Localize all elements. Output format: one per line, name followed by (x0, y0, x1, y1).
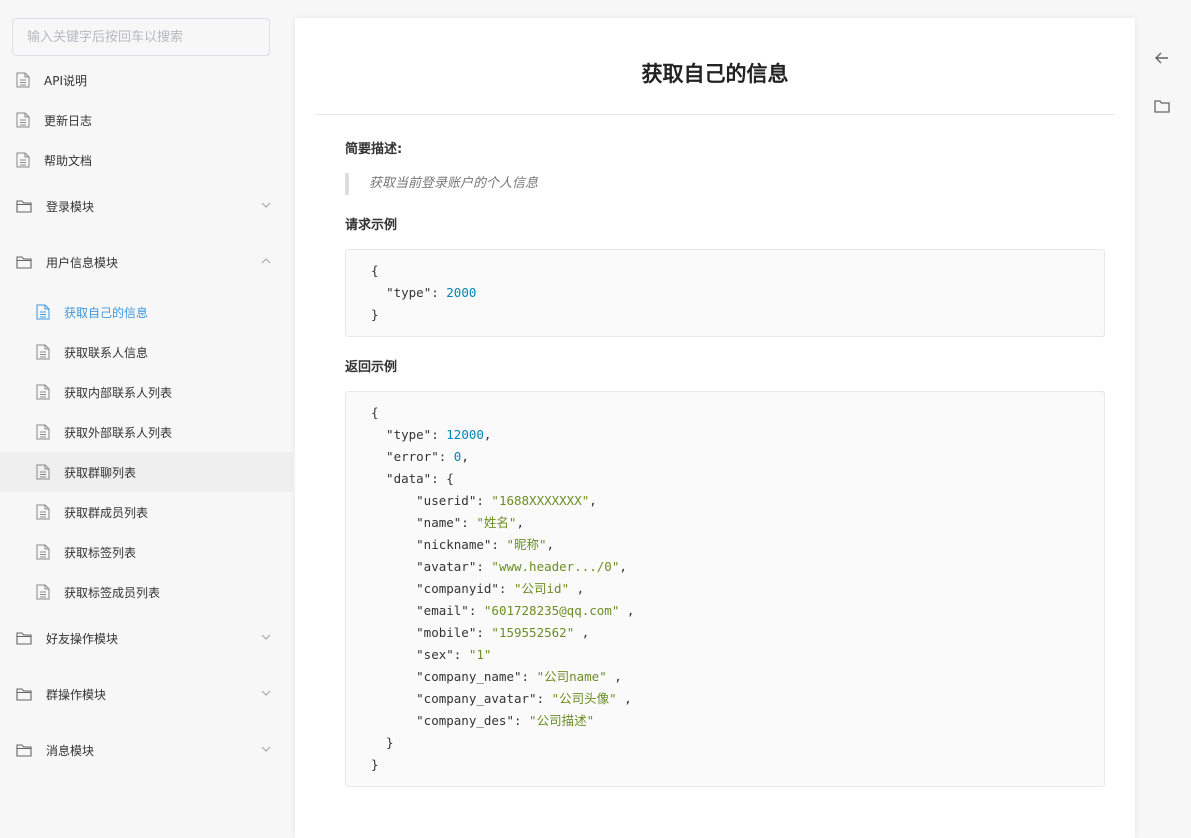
page-title: 获取自己的信息 (641, 62, 789, 86)
sex-value: 1 (476, 647, 484, 662)
document-icon (36, 424, 50, 440)
document-icon (16, 112, 30, 128)
document-icon (36, 384, 50, 400)
sidebar-item-label: 获取群成员列表 (64, 505, 149, 520)
sidebar-item-get-tag-members[interactable]: 获取标签成员列表 (0, 572, 293, 612)
userid-value: 1688XXXXXXX (498, 493, 582, 508)
folder-icon (16, 744, 32, 757)
sidebar-item-get-self-info[interactable]: 获取自己的信息 (0, 292, 293, 332)
sidebar-item-get-contact-info[interactable]: 获取联系人信息 (0, 332, 293, 372)
chevron-up-icon (261, 258, 271, 264)
sidebar-item-label: API说明 (44, 73, 87, 88)
sidebar-folder-label: 好友操作模块 (46, 631, 119, 646)
title-divider (315, 114, 1115, 115)
document-icon (36, 584, 50, 600)
companyid-value: 公司id (521, 581, 562, 596)
sidebar-item-get-group-members[interactable]: 获取群成员列表 (0, 492, 293, 532)
chevron-down-icon (261, 202, 271, 208)
company-des-value: 公司描述 (536, 713, 587, 728)
sidebar-item-label: 更新日志 (44, 113, 93, 128)
sidebar-folder-login[interactable]: 登录模块 (0, 186, 293, 226)
sidebar-item-label: 帮助文档 (44, 153, 93, 168)
request-code-block: { "type": 2000 } (345, 249, 1105, 337)
sidebar-item-label: 获取内部联系人列表 (64, 385, 173, 400)
chevron-down-icon (261, 746, 271, 752)
sidebar-folder-group-ops[interactable]: 群操作模块 (0, 674, 293, 714)
sidebar-item-get-tags[interactable]: 获取标签列表 (0, 532, 293, 572)
response-code-block: { "type": 12000, "error": 0, "data": { "… (345, 391, 1105, 787)
document-icon (36, 504, 50, 520)
response-label: 返回示例 (345, 360, 398, 375)
folder-icon[interactable] (1153, 97, 1171, 115)
chevron-down-icon (261, 634, 271, 640)
sidebar-item-get-external-contacts[interactable]: 获取外部联系人列表 (0, 412, 293, 452)
document-icon (36, 304, 50, 320)
sidebar-folder-user-info[interactable]: 用户信息模块 (0, 242, 293, 282)
arrow-left-icon[interactable] (1153, 49, 1171, 67)
avatar-value: www.header.../0 (498, 559, 612, 574)
sidebar-item-get-group-chats[interactable]: 获取群聊列表 (0, 452, 293, 492)
document-icon (36, 344, 50, 360)
sidebar-item-api-intro[interactable]: API说明 (0, 60, 293, 100)
document-icon (36, 544, 50, 560)
folder-icon (16, 632, 32, 645)
sidebar-item-label: 获取自己的信息 (64, 305, 149, 320)
document-icon (36, 464, 50, 480)
nickname-value: 昵称 (514, 537, 540, 552)
response-type-value: 12000 (446, 427, 484, 442)
sidebar-folder-friend-ops[interactable]: 好友操作模块 (0, 618, 293, 658)
sidebar-item-changelog[interactable]: 更新日志 (0, 100, 293, 140)
summary-text: 获取当前登录账户的个人信息 (345, 173, 538, 195)
company-avatar-value: 公司头像 (559, 691, 610, 706)
sidebar-item-label: 获取外部联系人列表 (64, 425, 173, 440)
sidebar-item-label: 获取标签成员列表 (64, 585, 161, 600)
sidebar-item-label: 获取群聊列表 (64, 465, 137, 480)
sidebar-item-label: 获取联系人信息 (64, 345, 149, 360)
sidebar-folder-label: 群操作模块 (46, 687, 107, 702)
summary-label: 简要描述: (345, 142, 403, 157)
response-error-value: 0 (453, 449, 462, 464)
request-type-value: 2000 (446, 285, 477, 300)
folder-icon (16, 688, 32, 701)
chevron-down-icon (261, 690, 271, 696)
document-icon (16, 72, 30, 88)
doc-card: 获取自己的信息 简要描述: 获取当前登录账户的个人信息 请求示例 { "type… (295, 18, 1135, 838)
search-input[interactable] (12, 18, 270, 56)
folder-icon (16, 256, 32, 269)
sidebar-item-get-internal-contacts[interactable]: 获取内部联系人列表 (0, 372, 293, 412)
sidebar-folder-label: 消息模块 (46, 743, 95, 758)
sidebar-item-help[interactable]: 帮助文档 (0, 140, 293, 180)
request-label: 请求示例 (345, 218, 398, 233)
mobile-value: 159552562 (498, 625, 567, 640)
sidebar-folder-label: 登录模块 (46, 199, 95, 214)
sidebar: API说明 更新日志 帮助文档 登录模块 用户信息模块 获取自己的信息 获取联系… (0, 0, 293, 824)
email-value: 601728235@qq.com (491, 603, 612, 618)
sidebar-folder-message[interactable]: 消息模块 (0, 730, 293, 770)
sidebar-folder-label: 用户信息模块 (46, 255, 119, 270)
sidebar-item-label: 获取标签列表 (64, 545, 137, 560)
company-name-value: 公司name (544, 669, 600, 684)
name-value: 姓名 (483, 515, 509, 530)
folder-icon (16, 200, 32, 213)
document-icon (16, 152, 30, 168)
